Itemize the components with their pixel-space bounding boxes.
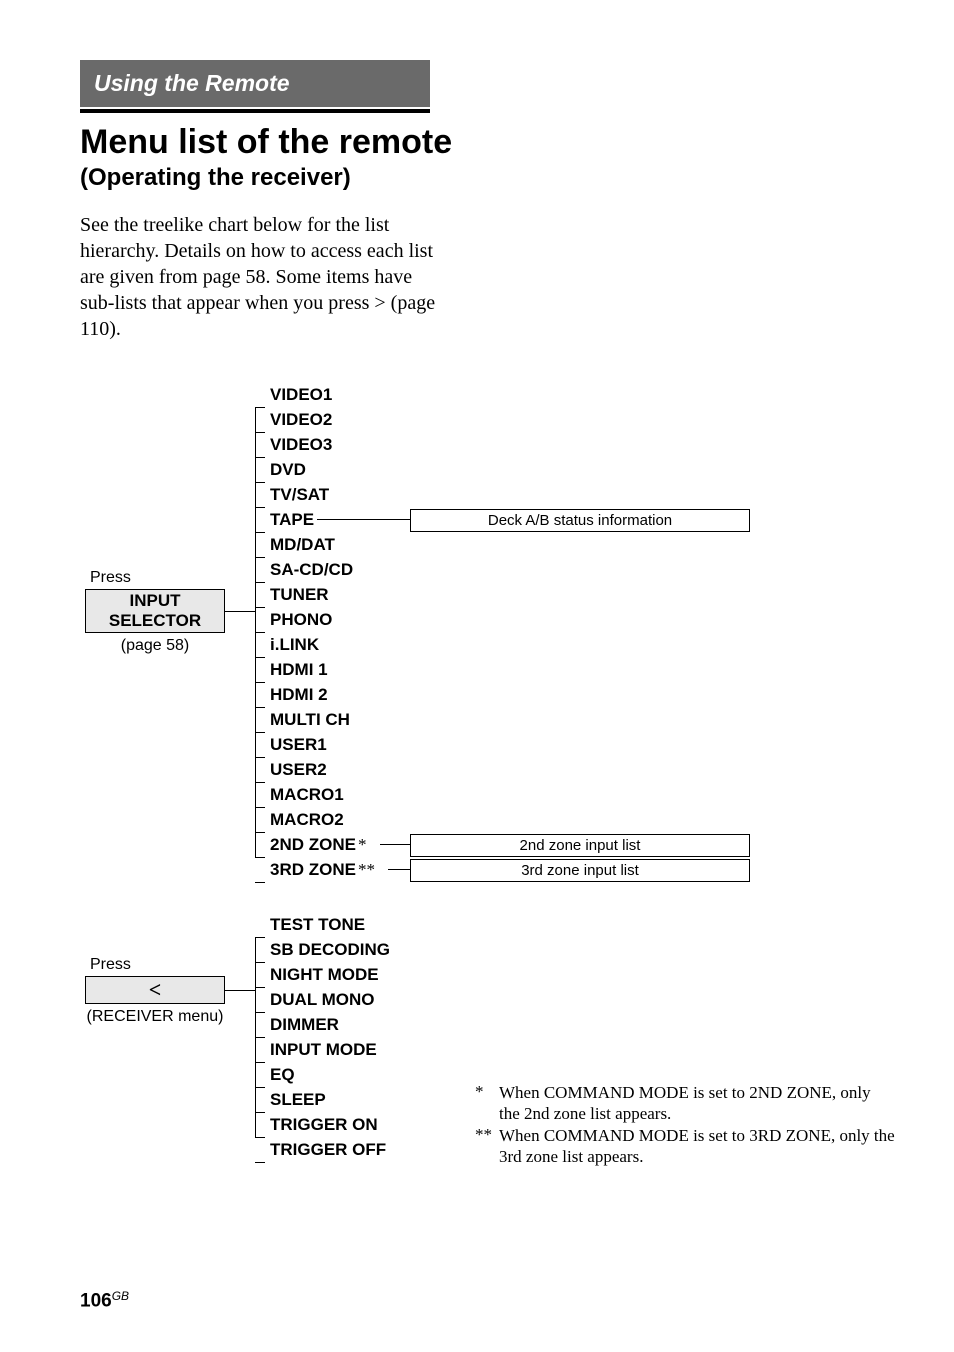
tree-item-label: i.LINK [270, 632, 319, 657]
footnote-mark-1: * [475, 1082, 499, 1125]
page-number-value: 106 [80, 1290, 112, 1311]
press-label-1: Press [90, 569, 131, 587]
tree-item: HDMI 1 [255, 657, 375, 682]
zone2-stub: 2nd zone input list [410, 834, 750, 857]
tree-item-label: MD/DAT [270, 532, 335, 557]
tree-item-label: DVD [270, 457, 306, 482]
tree-item: PHONO [255, 607, 375, 632]
connector-line [388, 869, 410, 870]
tree-item: NIGHT MODE [255, 962, 390, 987]
tree-item-label: 3RD ZONE [270, 857, 356, 882]
tree-item-label: DUAL MONO [270, 987, 375, 1012]
receiver-menu-button[interactable]: < [85, 976, 225, 1004]
tree-item: DVD [255, 457, 375, 482]
tree-item: 2ND ZONE* [255, 832, 375, 857]
tree-item-label: VIDEO3 [270, 432, 332, 457]
tree-item: TEST TONE [255, 912, 390, 937]
tree-item: DIMMER [255, 1012, 390, 1037]
tree-item: MACRO1 [255, 782, 375, 807]
tree-item: SB DECODING [255, 937, 390, 962]
tree-item-label: DIMMER [270, 1012, 339, 1037]
tree-item-label: TUNER [270, 582, 329, 607]
tree-item: SA-CD/CD [255, 557, 375, 582]
receiver-menu-list: TEST TONESB DECODINGNIGHT MODEDUAL MONOD… [255, 912, 390, 1162]
page-number-region: GB [112, 1289, 129, 1303]
tree-item-label: NIGHT MODE [270, 962, 379, 987]
tree-item-label: INPUT MODE [270, 1037, 377, 1062]
tree-item-label: MULTI CH [270, 707, 350, 732]
tree-item-label: TRIGGER OFF [270, 1137, 386, 1162]
tree-item-mark: * [358, 832, 367, 857]
tree-item-label: SA-CD/CD [270, 557, 353, 582]
tree-item: USER2 [255, 757, 375, 782]
footnotes: * When COMMAND MODE is set to 2ND ZONE, … [475, 1082, 895, 1167]
chevron-left-icon: < [149, 977, 162, 1003]
tree-item: VIDEO3 [255, 432, 375, 457]
tree-item-label: USER1 [270, 732, 327, 757]
tree-item: SLEEP [255, 1087, 390, 1112]
connector-line [317, 519, 410, 520]
footnote-text-2: When COMMAND MODE is set to 3RD ZONE, on… [499, 1125, 895, 1168]
tree-item-label: TEST TONE [270, 912, 365, 937]
input-selector-list: VIDEO1VIDEO2VIDEO3DVDTV/SATTAPEMD/DATSA-… [255, 382, 375, 882]
tape-stub: Deck A/B status information [410, 509, 750, 532]
tree-item-label: HDMI 2 [270, 682, 328, 707]
page-title: Menu list of the remote [80, 123, 874, 162]
connector-line [225, 990, 255, 991]
page-subtitle: (Operating the receiver) [80, 164, 874, 192]
page-number: 106GB [80, 1289, 129, 1312]
tree-item-label: HDMI 1 [270, 657, 328, 682]
tree-item: USER1 [255, 732, 375, 757]
input-selector-button[interactable]: INPUT SELECTOR [85, 589, 225, 633]
tree-item-label: TAPE [270, 507, 314, 532]
tree-item: DUAL MONO [255, 987, 390, 1012]
tree-item: EQ [255, 1062, 390, 1087]
tree-item-label: EQ [270, 1062, 295, 1087]
input-selector-line1: INPUT [109, 591, 201, 611]
input-selector-line2: SELECTOR [109, 611, 201, 631]
tree-item-mark: ** [358, 857, 375, 882]
intro-paragraph: See the treelike chart below for the lis… [80, 212, 450, 342]
connector-line [380, 844, 410, 845]
tree-item: VIDEO1 [255, 382, 375, 407]
tree-item: i.LINK [255, 632, 375, 657]
tree-item-label: VIDEO2 [270, 407, 332, 432]
page-ref-2: (RECEIVER menu) [85, 1008, 225, 1026]
tree-item-label: VIDEO1 [270, 382, 332, 407]
tree-item-label: MACRO2 [270, 807, 344, 832]
tree-item: MULTI CH [255, 707, 375, 732]
tree-item-label: SB DECODING [270, 937, 390, 962]
tree-item: TUNER [255, 582, 375, 607]
page-ref-1: (page 58) [85, 637, 225, 655]
footnote-text-1: When COMMAND MODE is set to 2ND ZONE, on… [499, 1082, 895, 1125]
tree-item: INPUT MODE [255, 1037, 390, 1062]
divider [80, 109, 430, 113]
footnote-mark-2: ** [475, 1125, 499, 1168]
tree-item-label: SLEEP [270, 1087, 326, 1112]
tree-item: MACRO2 [255, 807, 375, 832]
tree-item: TV/SAT [255, 482, 375, 507]
tree-item-label: TRIGGER ON [270, 1112, 378, 1137]
menu-tree-chart: Press INPUT SELECTOR (page 58) VIDEO1VID… [80, 382, 874, 1102]
connector-line [225, 611, 255, 612]
tree-item-label: MACRO1 [270, 782, 344, 807]
tree-item-label: TV/SAT [270, 482, 329, 507]
tree-item-label: PHONO [270, 607, 332, 632]
tree-item-label: USER2 [270, 757, 327, 782]
tree-item: HDMI 2 [255, 682, 375, 707]
press-label-2: Press [90, 956, 131, 974]
tree-item: 3RD ZONE** [255, 857, 375, 882]
zone3-stub: 3rd zone input list [410, 859, 750, 882]
tree-item: TRIGGER OFF [255, 1137, 390, 1162]
tree-item-label: 2ND ZONE [270, 832, 356, 857]
tree-item: VIDEO2 [255, 407, 375, 432]
tree-item: TRIGGER ON [255, 1112, 390, 1137]
section-header: Using the Remote [80, 60, 430, 107]
tree-item: MD/DAT [255, 532, 375, 557]
